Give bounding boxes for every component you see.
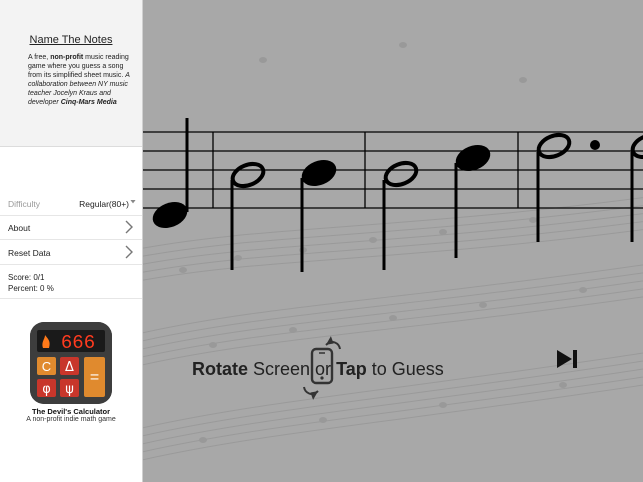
prompt-rotate: Rotate bbox=[192, 359, 249, 379]
chevron-right-icon bbox=[125, 245, 133, 259]
dropdown-arrow-icon bbox=[130, 200, 136, 204]
prompt-screen-or: Screen or bbox=[248, 359, 337, 379]
key-psi-label: ψ bbox=[65, 382, 74, 397]
difficulty-select[interactable]: Difficulty Regular(80+) bbox=[0, 192, 142, 216]
sidebar: Name The Notes A free, non-profit music … bbox=[0, 0, 143, 482]
score-text: Score: 0/1 bbox=[8, 273, 45, 282]
app-title: Name The Notes bbox=[29, 34, 113, 46]
developer-name: Cinq-Mars Media bbox=[60, 99, 117, 106]
note-2 bbox=[230, 161, 266, 270]
description-part: A free, bbox=[28, 54, 51, 61]
key-phi-label: φ bbox=[42, 382, 51, 397]
guess-prompt: Rotate Screen or Tap to Guess bbox=[192, 359, 444, 380]
note-3 bbox=[300, 159, 337, 272]
ad-title[interactable]: The Devil's Calculator bbox=[0, 407, 142, 416]
divider bbox=[0, 298, 142, 299]
reset-label: Reset Data bbox=[8, 248, 51, 258]
key-delta-label: Δ bbox=[65, 360, 74, 375]
reset-data-button[interactable]: Reset Data bbox=[0, 241, 142, 265]
note-4 bbox=[382, 160, 419, 270]
intro-panel: Name The Notes A free, non-profit music … bbox=[0, 0, 142, 147]
about-label: About bbox=[8, 223, 31, 233]
difficulty-label: Difficulty bbox=[8, 199, 40, 209]
description-bold: non-profit bbox=[50, 54, 84, 61]
game-stage[interactable]: Rotate Screen or Tap to Guess bbox=[143, 0, 643, 482]
calculator-display-value: 666 bbox=[61, 332, 95, 354]
music-staff bbox=[143, 118, 643, 272]
ad-subtitle: A non-profit indie math game bbox=[26, 416, 116, 423]
difficulty-value: Regular(80+) bbox=[79, 199, 129, 209]
skip-next-icon[interactable] bbox=[555, 348, 581, 370]
key-equals-label: = bbox=[90, 369, 99, 386]
chevron-right-icon bbox=[125, 220, 133, 234]
percent-text: Percent: 0 % bbox=[8, 284, 54, 293]
prompt-tap: Tap bbox=[336, 359, 367, 379]
note-6-dotted bbox=[536, 132, 600, 242]
about-button[interactable]: About bbox=[0, 216, 142, 240]
note-1 bbox=[152, 118, 189, 229]
note-7 bbox=[630, 132, 643, 242]
devils-calculator-app-icon[interactable]: 666 C Δ φ ψ = bbox=[30, 322, 112, 404]
prompt-to-guess: to Guess bbox=[366, 359, 444, 379]
app-description: A free, non-profit music reading game wh… bbox=[28, 53, 132, 107]
key-c-label: C bbox=[42, 359, 51, 374]
note-5 bbox=[454, 144, 491, 258]
score-block: Score: 0/1 Percent: 0 % bbox=[8, 272, 54, 294]
